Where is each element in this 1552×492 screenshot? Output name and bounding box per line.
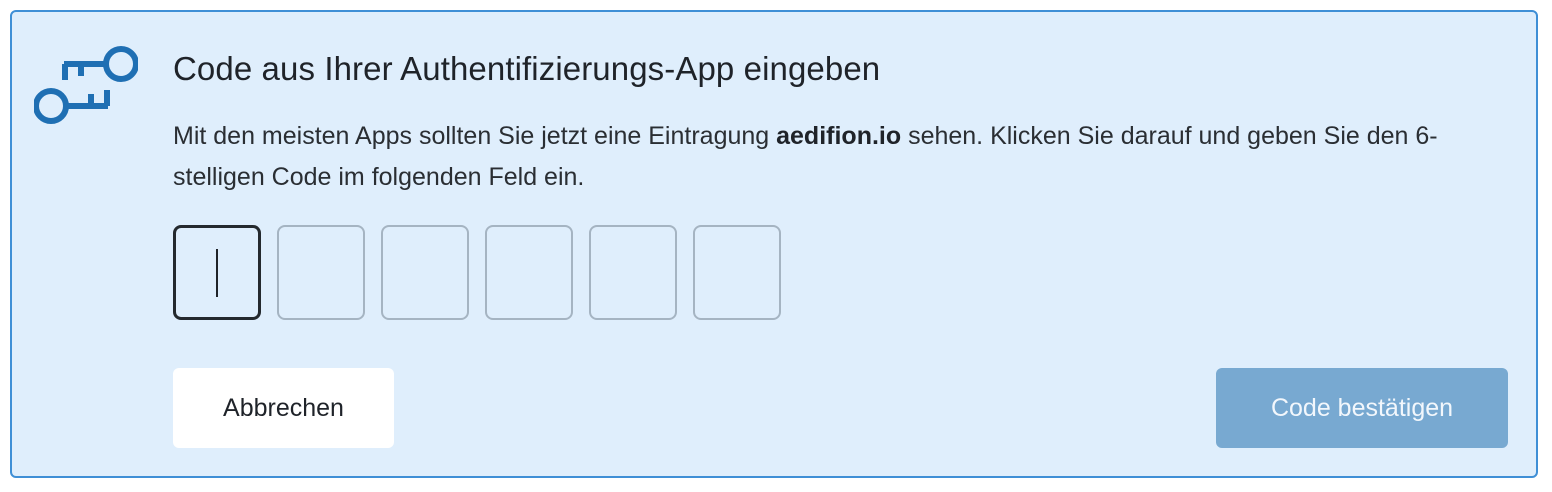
confirm-code-button[interactable]: Code bestätigen [1216,368,1508,448]
code-digit-4-input[interactable] [485,225,573,320]
code-digit-5-input[interactable] [589,225,677,320]
key-icon [34,46,138,124]
description-domain: aedifion.io [776,122,902,150]
description-text-start: Mit den meisten Apps sollten Sie jetzt e… [173,122,777,150]
dialog-title: Code aus Ihrer Authentifizierungs-App ei… [173,50,881,87]
code-digit-3-input[interactable] [381,225,469,320]
code-digit-1-input[interactable] [173,225,261,320]
dialog-description: Mit den meisten Apps sollten Sie jetzt e… [173,116,1473,198]
code-digit-6-input[interactable] [693,225,781,320]
two-factor-code-panel: Code aus Ihrer Authentifizierungs-App ei… [10,10,1538,478]
text-caret [216,249,218,297]
code-input-group [173,225,781,320]
cancel-button[interactable]: Abbrechen [173,368,394,448]
code-digit-2-input[interactable] [277,225,365,320]
